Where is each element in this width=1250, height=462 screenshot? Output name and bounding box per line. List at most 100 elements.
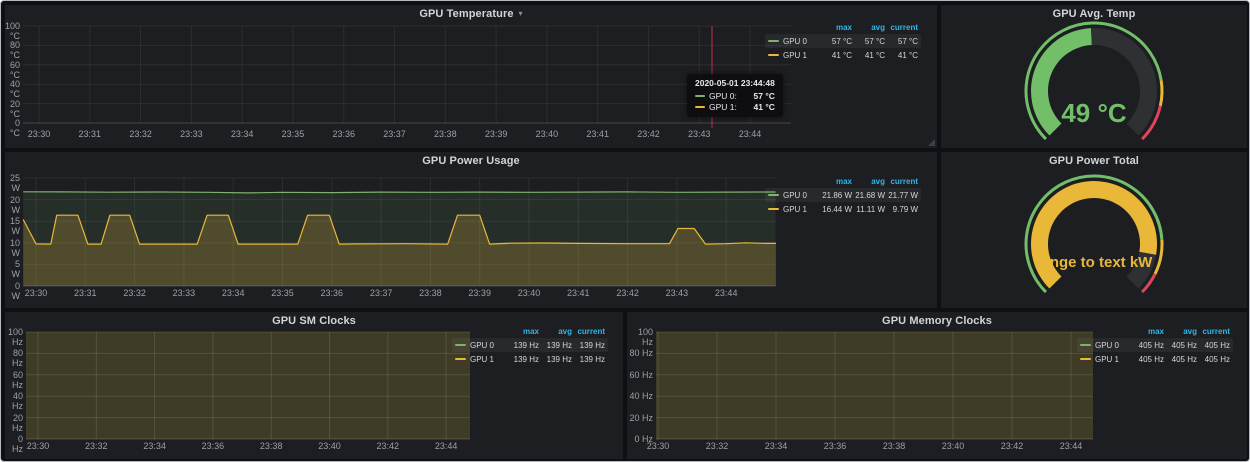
legend-header-avg[interactable]: avg — [1164, 327, 1197, 336]
y-axis-label: 40 °C — [5, 79, 20, 99]
x-axis-label: 23:31 — [66, 129, 114, 139]
x-axis-label: 23:36 — [320, 129, 368, 139]
tooltip-row: GPU 1:41 °C — [695, 102, 775, 112]
y-axis-label: 5 W — [5, 259, 20, 279]
y-axis-label: 20 °C — [5, 99, 20, 119]
x-axis-label: 23:33 — [167, 129, 215, 139]
panel-gpu-power-total: GPU Power Total range to text kW — [941, 152, 1247, 308]
series-color-dash-icon — [768, 40, 779, 42]
chart-tooltip: 2020-05-01 23:44:48 GPU 0:57 °CGPU 1:41 … — [687, 74, 783, 117]
legend-row: GPU 1139 Hz139 Hz139 Hz — [452, 352, 608, 366]
legend-series-name[interactable]: GPU 0 — [470, 341, 506, 350]
tooltip-timestamp: 2020-05-01 23:44:48 — [695, 78, 775, 88]
y-axis-label: 100 °C — [5, 21, 20, 41]
panel-title-gpu-temperature[interactable]: GPU Temperature▾ — [5, 8, 937, 20]
x-axis-label: 23:42 — [624, 129, 672, 139]
legend-series-name[interactable]: GPU 1 — [783, 51, 819, 60]
legend-value: 405 Hz — [1197, 341, 1230, 350]
legend-header-current[interactable]: current — [572, 327, 605, 336]
panel-gpu-avg-temp: GPU Avg. Temp 49 °C — [941, 5, 1247, 148]
y-axis-label: 100 Hz — [627, 327, 653, 347]
legend-row: GPU 1405 Hz405 Hz405 Hz — [1077, 352, 1233, 366]
panel-title-gpu-avg-temp[interactable]: GPU Avg. Temp — [941, 8, 1247, 20]
legend-value: 405 Hz — [1197, 355, 1230, 364]
gauge-value-text: 49 °C — [1061, 98, 1127, 128]
legend-header-max[interactable]: max — [819, 177, 852, 186]
panel-gpu-temperature: GPU Temperature▾ 2020-05-01 23:44:48 GPU… — [5, 5, 937, 148]
legend-value: 57 °C — [819, 37, 852, 46]
y-axis-label: 20 Hz — [627, 413, 653, 423]
legend-value: 41 °C — [819, 51, 852, 60]
legend-row: GPU 0139 Hz139 Hz139 Hz — [452, 338, 608, 352]
legend-value: 139 Hz — [539, 341, 572, 350]
grafana-dashboard: GPU Temperature▾ 2020-05-01 23:44:48 GPU… — [0, 0, 1250, 462]
chart-plot[interactable] — [23, 178, 776, 292]
panel-title-gpu-power-usage[interactable]: GPU Power Usage — [5, 155, 937, 167]
legend-series-name[interactable]: GPU 0 — [783, 37, 819, 46]
legend-value: 41 °C — [852, 51, 885, 60]
y-axis-label: 20 W — [5, 195, 20, 215]
legend-series-name[interactable]: GPU 0 — [783, 191, 819, 200]
legend-value: 405 Hz — [1164, 355, 1197, 364]
panel-title-gpu-power-total[interactable]: GPU Power Total — [941, 155, 1247, 167]
legend-series-name[interactable]: GPU 1 — [783, 205, 819, 214]
legend-value: 405 Hz — [1131, 341, 1164, 350]
chart-plot[interactable] — [26, 332, 470, 445]
legend-series-name[interactable]: GPU 0 — [1095, 341, 1131, 350]
tooltip-series-name: GPU 1: — [709, 102, 737, 112]
legend-row: GPU 057 °C57 °C57 °C — [765, 34, 921, 48]
series-color-dash-icon — [768, 54, 779, 56]
tooltip-series-name: GPU 0: — [709, 91, 737, 101]
legend-series-name[interactable]: GPU 1 — [470, 355, 506, 364]
chart-plot[interactable] — [23, 26, 791, 129]
x-axis-label: 23:32 — [117, 129, 165, 139]
legend-header-current[interactable]: current — [885, 23, 918, 32]
y-axis-label: 60 Hz — [627, 370, 653, 380]
legend-header-avg[interactable]: avg — [852, 177, 885, 186]
legend-header-avg[interactable]: avg — [539, 327, 572, 336]
gauge: 49 °C — [941, 21, 1247, 148]
legend-value: 139 Hz — [539, 355, 572, 364]
series-color-dash-icon — [695, 106, 705, 108]
y-axis-label: 15 W — [5, 216, 20, 236]
legend-header-current[interactable]: current — [885, 177, 918, 186]
legend-value: 57 °C — [852, 37, 885, 46]
panel-title-text: GPU SM Clocks — [272, 315, 356, 327]
legend-header-avg[interactable]: avg — [852, 23, 885, 32]
legend-value: 9.79 W — [885, 205, 918, 214]
y-axis-label: 80 °C — [5, 40, 20, 60]
legend-value: 139 Hz — [506, 355, 539, 364]
legend-row: GPU 141 °C41 °C41 °C — [765, 48, 921, 62]
legend-header-current[interactable]: current — [1197, 327, 1230, 336]
x-axis-label: 23:40 — [523, 129, 571, 139]
x-axis-label: 23:43 — [675, 129, 723, 139]
legend-header-max[interactable]: max — [1131, 327, 1164, 336]
x-axis-label: 23:30 — [15, 129, 63, 139]
y-axis-label: 40 Hz — [5, 391, 23, 411]
panel-title-text: GPU Power Total — [1049, 155, 1139, 167]
x-axis-label: 23:39 — [472, 129, 520, 139]
y-axis-label: 25 W — [5, 173, 20, 193]
gauge: range to text kW — [941, 168, 1247, 308]
chart-plot[interactable] — [656, 332, 1093, 445]
gauge-value-text: range to text kW — [1036, 254, 1154, 271]
panel-title-text: GPU Temperature — [419, 8, 513, 20]
y-axis-label: 100 Hz — [5, 327, 23, 347]
y-axis-label: 60 Hz — [5, 370, 23, 390]
series-color-dash-icon — [768, 208, 779, 210]
legend-value: 139 Hz — [506, 341, 539, 350]
panel-gpu-memory-clocks: GPU Memory Clocks 100 Hz80 Hz60 Hz40 Hz2… — [627, 312, 1247, 459]
legend: maxavgcurrentGPU 057 °C57 °C57 °CGPU 141… — [765, 20, 921, 62]
legend-value: 21.86 W — [819, 191, 852, 200]
legend-value: 139 Hz — [572, 355, 605, 364]
legend-header-max[interactable]: max — [819, 23, 852, 32]
panel-resize-handle[interactable] — [928, 139, 935, 146]
y-axis-label: 80 Hz — [627, 348, 653, 358]
legend-header-max[interactable]: max — [506, 327, 539, 336]
legend-value: 139 Hz — [572, 341, 605, 350]
series-color-dash-icon — [455, 344, 466, 346]
y-axis-label: 10 W — [5, 238, 20, 258]
panel-gpu-sm-clocks: GPU SM Clocks 100 Hz80 Hz60 Hz40 Hz20 Hz… — [5, 312, 623, 459]
x-axis-label: 23:37 — [371, 129, 419, 139]
legend-series-name[interactable]: GPU 1 — [1095, 355, 1131, 364]
